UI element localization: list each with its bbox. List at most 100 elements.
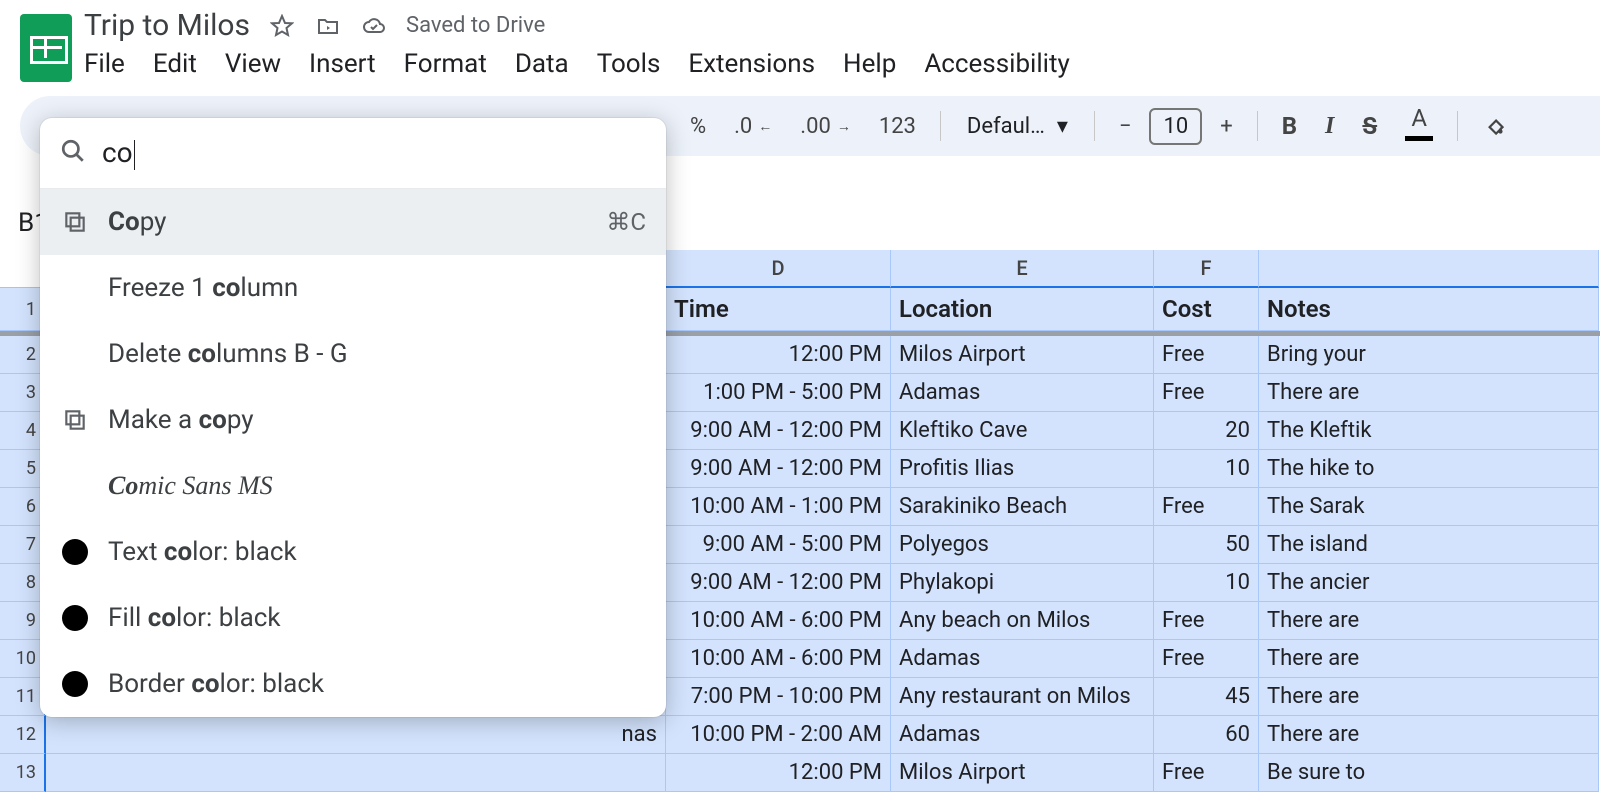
menu-edit[interactable]: Edit	[153, 49, 197, 79]
bold-button[interactable]: B	[1272, 104, 1307, 148]
cell[interactable]: There are	[1259, 640, 1599, 678]
text-color-button[interactable]: A	[1395, 104, 1443, 148]
cell[interactable]: 60	[1154, 716, 1259, 754]
cell[interactable]: 10	[1154, 450, 1259, 488]
cell[interactable]: Milos Airport	[891, 336, 1154, 374]
font-size-input[interactable]: 10	[1149, 108, 1202, 145]
cell[interactable]: Adamas	[891, 374, 1154, 412]
dropdown-item-label: Comic Sans MS	[108, 471, 273, 501]
cell[interactable]: The Sarak	[1259, 488, 1599, 526]
menu-insert[interactable]: Insert	[309, 49, 376, 79]
menu-accessibility[interactable]: Accessibility	[924, 49, 1070, 79]
dropdown-item[interactable]: Make a copy	[40, 387, 666, 453]
move-folder-icon[interactable]	[314, 12, 342, 40]
cell[interactable]: 10	[1154, 564, 1259, 602]
fill-color-button[interactable]	[1472, 104, 1518, 148]
cell[interactable]: There are	[1259, 602, 1599, 640]
cloud-saved-icon[interactable]	[360, 12, 388, 40]
cell[interactable]: Free	[1154, 640, 1259, 678]
cell[interactable]: 9:00 AM - 12:00 PM	[666, 564, 891, 602]
cell[interactable]: Adamas	[891, 640, 1154, 678]
dropdown-item[interactable]: Comic Sans MS	[40, 453, 666, 519]
row-header[interactable]: 12	[0, 716, 46, 754]
menu-help[interactable]: Help	[843, 49, 896, 79]
column-header-g[interactable]	[1259, 250, 1599, 288]
cell[interactable]: The island	[1259, 526, 1599, 564]
cell[interactable]: Free	[1154, 488, 1259, 526]
menu-view[interactable]: View	[225, 49, 281, 79]
menu-data[interactable]: Data	[515, 49, 569, 79]
cell[interactable]: Kleftiko Cave	[891, 412, 1154, 450]
cell[interactable]: There are	[1259, 678, 1599, 716]
cell[interactable]: 50	[1154, 526, 1259, 564]
cell[interactable]: Notes	[1259, 288, 1599, 331]
cell[interactable]: Free	[1154, 374, 1259, 412]
dropdown-item[interactable]: Delete columns B - G	[40, 321, 666, 387]
cell[interactable]: Any restaurant on Milos	[891, 678, 1154, 716]
cell[interactable]: 7:00 PM - 10:00 PM	[666, 678, 891, 716]
cell[interactable]: The ancier	[1259, 564, 1599, 602]
cell[interactable]: There are	[1259, 374, 1599, 412]
cell[interactable]: Be sure to	[1259, 754, 1599, 792]
cell[interactable]: Polyegos	[891, 526, 1154, 564]
dropdown-item[interactable]: Border color: black	[40, 651, 666, 717]
cell[interactable]: Milos Airport	[891, 754, 1154, 792]
cell[interactable]: 10:00 AM - 6:00 PM	[666, 640, 891, 678]
row-header[interactable]: 13	[0, 754, 46, 792]
font-size-decrease-button[interactable]: −	[1109, 104, 1142, 148]
font-size-increase-button[interactable]: +	[1210, 104, 1242, 148]
cell[interactable]: Free	[1154, 754, 1259, 792]
cell[interactable]: Sarakiniko Beach	[891, 488, 1154, 526]
table-row: 13 12:00 PMMilos AirportFreeBe sure to	[0, 754, 1600, 792]
cell[interactable]: Cost	[1154, 288, 1259, 331]
cell[interactable]: Adamas	[891, 716, 1154, 754]
cell[interactable]: 12:00 PM	[666, 336, 891, 374]
cell[interactable]: The Kleftik	[1259, 412, 1599, 450]
cell[interactable]: Free	[1154, 336, 1259, 374]
column-header-f[interactable]: F	[1154, 250, 1259, 288]
cell[interactable]: Any beach on Milos	[891, 602, 1154, 640]
cell[interactable]: nas	[46, 716, 666, 754]
document-title[interactable]: Trip to Milos	[84, 8, 250, 43]
cell[interactable]: 9:00 AM - 12:00 PM	[666, 450, 891, 488]
decrease-decimal-button[interactable]: .0←	[724, 104, 782, 148]
cell[interactable]: Free	[1154, 602, 1259, 640]
cell[interactable]: Phylakopi	[891, 564, 1154, 602]
cell[interactable]: The hike to	[1259, 450, 1599, 488]
more-formats-button[interactable]: 123	[869, 104, 926, 148]
dropdown-item[interactable]: Fill color: black	[40, 585, 666, 651]
cell[interactable]: 9:00 AM - 5:00 PM	[666, 526, 891, 564]
menu-tools[interactable]: Tools	[597, 49, 661, 79]
strikethrough-button[interactable]: S	[1352, 104, 1387, 148]
format-percent-button[interactable]: %	[680, 104, 716, 148]
dropdown-item[interactable]: Copy⌘C	[40, 189, 666, 255]
cell[interactable]: There are	[1259, 716, 1599, 754]
cell[interactable]: 45	[1154, 678, 1259, 716]
shortcut-text: ⌘C	[606, 208, 646, 236]
cell[interactable]: Bring your	[1259, 336, 1599, 374]
italic-button[interactable]: I	[1315, 104, 1344, 148]
cell[interactable]: 1:00 PM - 5:00 PM	[666, 374, 891, 412]
dropdown-item[interactable]: Text color: black	[40, 519, 666, 585]
cell[interactable]: 9:00 AM - 12:00 PM	[666, 412, 891, 450]
cell[interactable]: 20	[1154, 412, 1259, 450]
chevron-down-icon: ▾	[1057, 114, 1068, 139]
font-family-dropdown[interactable]: Defaul…▾	[955, 114, 1080, 139]
increase-decimal-button[interactable]: .00→	[790, 104, 861, 148]
cell[interactable]: 10:00 PM - 2:00 AM	[666, 716, 891, 754]
search-input[interactable]: co	[102, 136, 646, 170]
cell[interactable]: Time	[666, 288, 891, 331]
cell[interactable]: Profitis Ilias	[891, 450, 1154, 488]
column-header-e[interactable]: E	[891, 250, 1154, 288]
menu-file[interactable]: File	[84, 49, 125, 79]
cell[interactable]	[46, 754, 666, 792]
star-icon[interactable]	[268, 12, 296, 40]
dropdown-item[interactable]: Freeze 1 column	[40, 255, 666, 321]
cell[interactable]: 10:00 AM - 1:00 PM	[666, 488, 891, 526]
cell[interactable]: 10:00 AM - 6:00 PM	[666, 602, 891, 640]
cell[interactable]: 12:00 PM	[666, 754, 891, 792]
column-header-d[interactable]: D	[666, 250, 891, 288]
menu-format[interactable]: Format	[404, 49, 487, 79]
menu-extensions[interactable]: Extensions	[688, 49, 815, 79]
cell[interactable]: Location	[891, 288, 1154, 331]
